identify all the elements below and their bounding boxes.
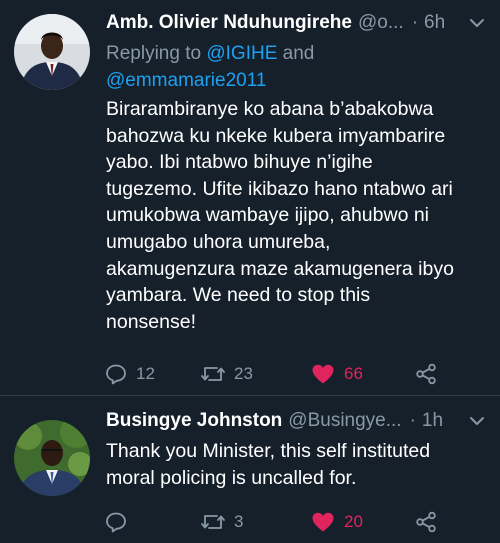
tweet-text-line: tugezemo. Ufite ikibazo hano ntabwo ari [106, 177, 453, 200]
share-button[interactable] [414, 360, 438, 388]
tweet-actions: 12 23 66 [104, 360, 444, 388]
tweet-text: Birarambiranye ko abana b’abakobwa bahoz… [106, 96, 486, 335]
tweet-text-line: yambara. We need to stop this [106, 284, 371, 307]
tweet-text-line: umukobwa wambaye ijipo, ahubwo ni [106, 204, 430, 227]
retweet-icon [201, 367, 225, 381]
retweet-count: 3 [234, 512, 244, 531]
author-handle[interactable]: @Busingye... [288, 410, 401, 432]
timestamp[interactable]: 6h [424, 12, 445, 34]
mention-link[interactable]: @emmamarie2011 [106, 70, 266, 91]
like-count: 20 [344, 512, 363, 531]
heart-filled-icon [312, 364, 334, 384]
chevron-down-icon[interactable] [468, 412, 486, 430]
separator-dot: · [411, 12, 419, 33]
reply-icon [106, 364, 126, 385]
share-button[interactable] [414, 508, 438, 536]
tweet-text-line: yabo. Ibi ntabwo bihuye n’igihe [106, 151, 373, 174]
tweet-text-line: moral policing is uncalled for. [106, 466, 357, 489]
like-button[interactable]: 66 [310, 360, 363, 388]
tweet-text: Thank you Minister, this self instituted… [106, 438, 486, 491]
tweet-actions: 3 20 [104, 508, 444, 536]
tweet-text-line: bahozwa ku nkeke kubera imyambarire [106, 124, 446, 147]
replying-to-and: and [282, 43, 315, 64]
avatar[interactable] [14, 14, 90, 90]
tweet-text-line: akamugenzura maze akamugenera ibyo [106, 257, 454, 280]
avatar[interactable] [14, 420, 90, 496]
reply-button[interactable]: 12 [104, 360, 155, 388]
chevron-down-icon[interactable] [468, 14, 486, 32]
replying-to: Replying to @IGIHE and @emmamarie2011 [106, 40, 486, 94]
retweet-button[interactable]: 23 [200, 360, 253, 388]
separator-dot: · [409, 410, 416, 431]
share-icon [416, 511, 436, 533]
tweet-text-line: Thank you Minister, this self instituted [106, 440, 431, 462]
retweet-count: 23 [234, 364, 253, 383]
mention-link[interactable]: @IGIHE [206, 43, 277, 64]
tweet-text-line: nonsense! [106, 310, 196, 333]
replying-to-label: Replying to [106, 43, 202, 64]
tweet-text-line: umugabo uhora umureba, [106, 230, 331, 253]
share-icon [416, 363, 436, 385]
tweet-header: Amb. Olivier Nduhungirehe @o... · 6h [106, 10, 486, 36]
tweet-text-line: Birarambiranye ko abana b’abakobwa [106, 98, 434, 120]
author-name[interactable]: Amb. Olivier Nduhungirehe [106, 12, 352, 34]
avatar-photo-icon [14, 14, 90, 90]
author-handle[interactable]: @o... [358, 12, 404, 34]
reply-count: 12 [136, 364, 155, 383]
like-count: 66 [344, 364, 363, 383]
heart-filled-icon [312, 512, 334, 532]
reply-icon [106, 512, 126, 533]
like-button[interactable]: 20 [310, 508, 363, 536]
reply-button[interactable] [104, 508, 136, 536]
author-name[interactable]: Busingye Johnston [106, 410, 282, 432]
tweet[interactable]: Busingye Johnston @Busingye... · 1h Than… [0, 396, 500, 543]
retweet-button[interactable]: 3 [200, 508, 243, 536]
tweet[interactable]: Amb. Olivier Nduhungirehe @o... · 6h Rep… [0, 0, 500, 396]
retweet-icon [201, 515, 225, 529]
timestamp[interactable]: 1h [422, 410, 443, 432]
tweet-header: Busingye Johnston @Busingye... · 1h [106, 408, 486, 434]
avatar-photo-icon [14, 420, 90, 496]
